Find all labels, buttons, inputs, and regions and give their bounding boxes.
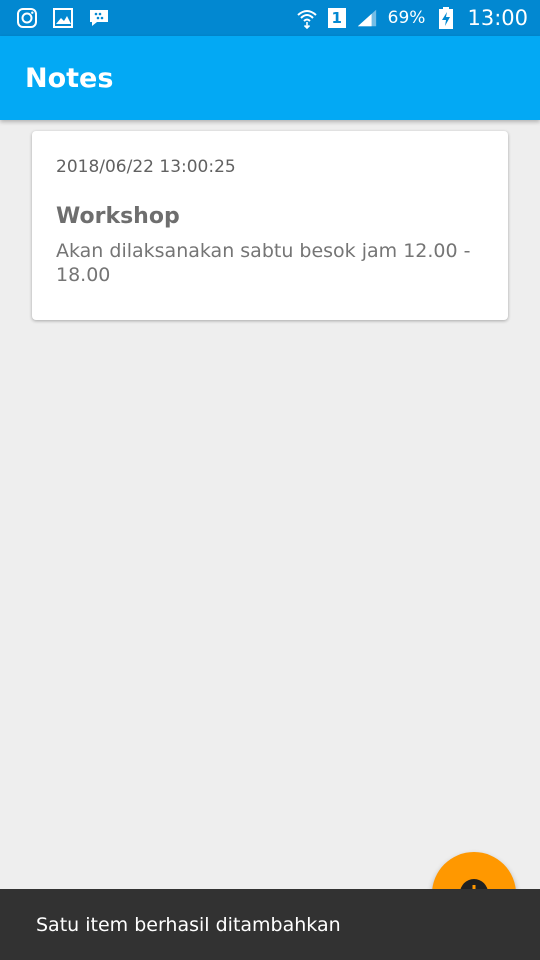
status-bar: 1 69% 13:00 [0, 0, 540, 36]
app-title: Notes [25, 62, 114, 94]
battery-percentage: 69% [387, 8, 426, 28]
snackbar-message: Satu item berhasil ditambahkan [36, 913, 341, 936]
battery-charging-icon [435, 7, 457, 29]
note-title: Workshop [56, 204, 180, 229]
snackbar: Satu item berhasil ditambahkan [0, 889, 540, 960]
instagram-icon [16, 7, 38, 29]
bbm-chat-icon [88, 7, 110, 29]
note-card[interactable]: 2018/06/22 13:00:25 Workshop Akan dilaks… [32, 131, 508, 320]
signal-icon [356, 7, 378, 29]
app-bar: Notes [0, 36, 540, 120]
gallery-icon [52, 7, 74, 29]
note-description: Akan dilaksanakan sabtu besok jam 12.00 … [56, 240, 471, 286]
clock: 13:00 [467, 6, 528, 30]
sim-1-icon: 1 [327, 8, 346, 28]
wifi-icon [296, 7, 318, 29]
status-left-icons [16, 7, 110, 29]
status-right-icons: 1 69% 13:00 [296, 6, 528, 30]
note-date: 2018/06/22 13:00:25 [56, 157, 236, 177]
